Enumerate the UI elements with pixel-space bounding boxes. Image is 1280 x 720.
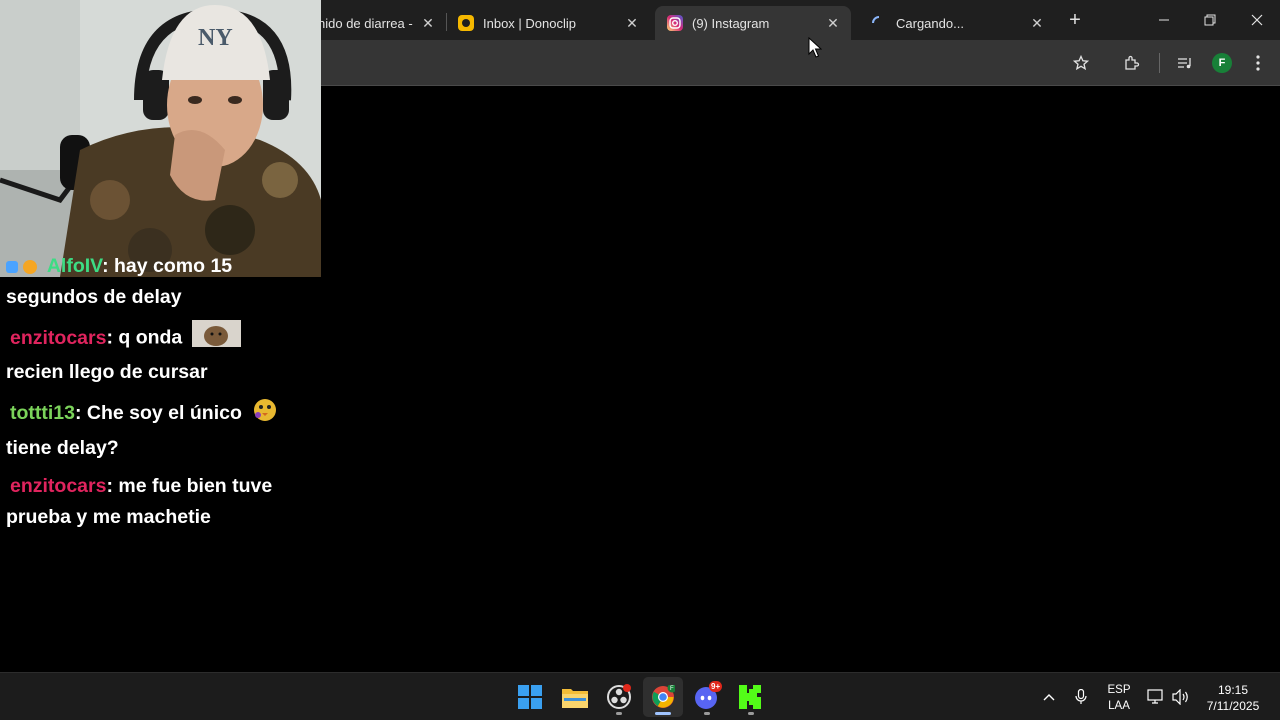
file-explorer-icon[interactable] <box>555 677 595 717</box>
dog-emote-icon <box>191 320 241 357</box>
volume-icon[interactable] <box>1170 673 1192 720</box>
language-code: ESP <box>1107 684 1131 696</box>
screen: nido de diarrea - ✕ Inbox | Donoclip ✕ (… <box>0 0 1280 720</box>
windows-start-icon[interactable] <box>510 677 550 717</box>
new-tab-button[interactable]: + <box>1064 9 1086 31</box>
clock-date: 7/11/2025 <box>1206 699 1260 713</box>
discord-icon[interactable]: 9+ <box>687 677 727 717</box>
minimize-icon <box>1159 19 1169 21</box>
streamer-webcam-image: NY <box>0 0 321 277</box>
system-clock[interactable]: 19:15 7/11/2025 <box>1200 682 1266 714</box>
close-icon[interactable]: ✕ <box>1029 15 1045 31</box>
chat-message: enzitocars: q onda recien llego de cursa… <box>6 320 306 388</box>
toolbar-divider <box>1159 53 1160 73</box>
active-indicator <box>655 712 671 715</box>
tab-youtube[interactable]: nido de diarrea - ✕ <box>306 6 446 40</box>
microphone-icon[interactable] <box>1070 673 1092 720</box>
restore-icon <box>1204 14 1216 26</box>
chat-username[interactable]: tottti13 <box>6 402 75 424</box>
restore-button[interactable] <box>1187 0 1233 40</box>
chat-text: : me fue bien tuve <box>106 475 273 497</box>
chat-username[interactable]: enzitocars <box>6 475 106 497</box>
svg-text:NY: NY <box>198 25 233 51</box>
kick-icon[interactable] <box>731 677 771 717</box>
notification-badge: 9+ <box>709 681 723 692</box>
tab-title: Inbox | Donoclip <box>483 15 576 31</box>
chat-username[interactable]: AlfoIV <box>43 255 102 277</box>
show-hidden-icons-chevron-icon[interactable] <box>1038 673 1060 720</box>
keyboard-layout-code: LAA <box>1108 700 1130 712</box>
gift-badge-icon <box>23 259 38 274</box>
close-icon <box>1251 14 1263 26</box>
running-indicator <box>616 712 622 715</box>
bookmark-star-icon[interactable] <box>1068 50 1094 76</box>
svg-text:F: F <box>670 686 674 692</box>
instagram-icon <box>667 15 683 31</box>
more-menu-icon[interactable] <box>1245 50 1271 76</box>
chat-text-continued: recien llego de cursar <box>6 361 208 383</box>
tab-loading[interactable]: Cargando... ✕ <box>859 6 1055 40</box>
running-indicator <box>748 712 754 715</box>
network-icon[interactable] <box>1146 673 1166 720</box>
clock-time: 19:15 <box>1217 683 1249 697</box>
webcam-overlay: NY <box>0 0 321 277</box>
extensions-puzzle-icon[interactable] <box>1119 50 1145 76</box>
chat-text: : hay como 15 <box>102 255 233 277</box>
chat-text-continued: segundos de delay <box>6 286 182 308</box>
running-indicator <box>704 712 710 715</box>
chat-username[interactable]: enzitocars <box>6 327 106 349</box>
chick-emote-icon <box>251 395 279 433</box>
chat-message: enzitocars: me fue bien tuve prueba y me… <box>6 471 306 533</box>
tab-title: nido de diarrea - <box>318 15 413 31</box>
input-language-indicator[interactable]: ESP LAA <box>1104 682 1134 714</box>
windows-taskbar: F 9+ ESP LAA 19:15 7/11/2025 <box>0 672 1280 720</box>
chat-text-continued: prueba y me machetie <box>6 506 211 528</box>
subscriber-badge-icon <box>6 260 18 273</box>
tab-title: Cargando... <box>896 15 964 31</box>
loading-spinner-icon <box>871 15 887 31</box>
close-icon[interactable]: ✕ <box>624 15 640 31</box>
close-window-button[interactable] <box>1234 0 1280 40</box>
obs-icon[interactable] <box>599 677 639 717</box>
chat-text: : Che soy el único <box>75 402 242 425</box>
chat-message: tottti13: Che soy el único tiene delay? <box>6 395 306 464</box>
chat-text: : q onda <box>106 326 183 349</box>
tab-title: (9) Instagram <box>692 15 770 31</box>
chat-text-continued: tiene delay? <box>6 437 119 459</box>
tab-instagram[interactable]: (9) Instagram ✕ <box>655 6 851 40</box>
close-icon[interactable]: ✕ <box>825 15 841 31</box>
chrome-icon[interactable]: F <box>643 677 683 717</box>
profile-avatar[interactable]: F <box>1212 53 1232 73</box>
mouse-cursor-icon <box>808 37 822 58</box>
minimize-button[interactable] <box>1141 0 1187 40</box>
stream-chat-overlay: AlfoIV: hay como 15 segundos de delay en… <box>6 255 306 540</box>
tab-donoclip[interactable]: Inbox | Donoclip ✕ <box>446 6 650 40</box>
chat-message: AlfoIV: hay como 15 segundos de delay <box>6 251 306 313</box>
donoclip-icon <box>458 15 474 31</box>
media-control-icon[interactable] <box>1172 50 1198 76</box>
close-icon[interactable]: ✕ <box>420 15 436 31</box>
